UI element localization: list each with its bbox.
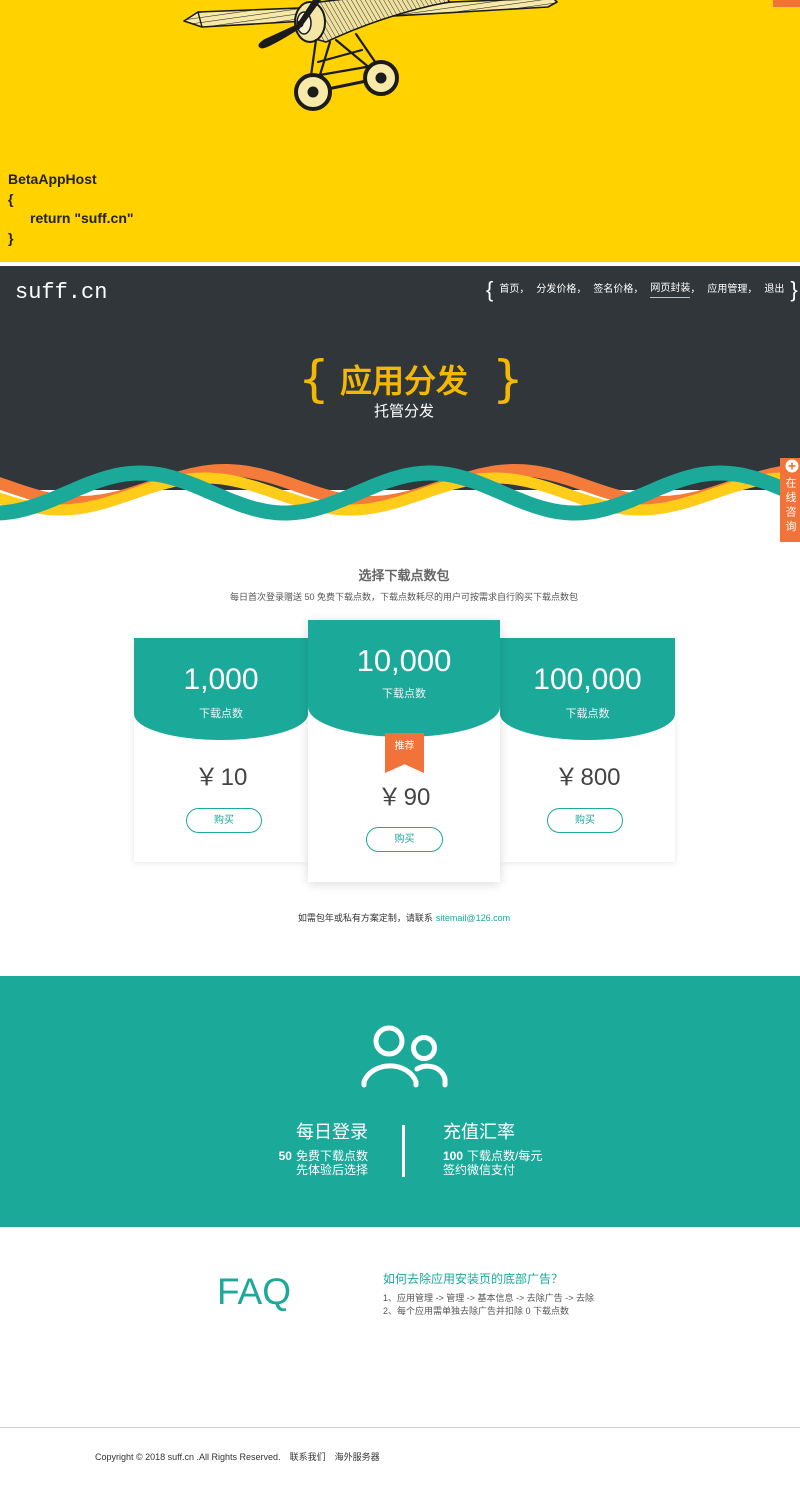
online-consult-tab[interactable]: 在线咨询 [780, 458, 800, 542]
feature-count: 50 [278, 1149, 292, 1163]
footer-link-contact[interactable]: 联系我们 [290, 1451, 326, 1463]
feature-highlight: 100 下载点数/每元 [443, 1149, 542, 1163]
main-nav: { 首页， 分发价格， 签名价格， 网页封装， 应用管理， 退出 } [486, 278, 798, 302]
plan-card-header: 1,000 下载点数 [134, 638, 308, 740]
price-amount: 10 [220, 764, 248, 791]
faq-question: 如何去除应用安装页的底部广告？ [383, 1272, 564, 1286]
plan-unit: 下载点数 [565, 708, 610, 720]
airplane-illustration [183, 0, 558, 111]
plan-points: 100,000 [533, 663, 642, 696]
users-icon [361, 1025, 448, 1088]
code-line-open-brace: { [8, 191, 14, 207]
feature-count: 100 [443, 1149, 464, 1163]
faq-answer: 2、每个应用需单独去除广告并扣除 0 下载点数 [383, 1306, 570, 1316]
contact-email-link[interactable]: sitemail@126.com [436, 913, 510, 923]
feature-highlight-text: 免费下载点数 [295, 1149, 368, 1163]
nav-separator: ， [690, 284, 701, 295]
plan-card-100000: 100,000 下载点数 ￥800 购买 [500, 638, 675, 862]
buy-button[interactable]: 购买 [186, 808, 262, 833]
faq-label: FAQ [217, 1271, 292, 1312]
nav-item-signing-pricing[interactable]: 签名价格 [593, 283, 633, 297]
nav-item-web-wrapper[interactable]: 网页封装 [650, 282, 691, 298]
faq-answer: 1、应用管理 -> 管理 -> 基本信息 -> 去除广告 -> 去除 [383, 1293, 595, 1303]
pricing-description: 每日首次登录赠送 50 免费下载点数，下载点数耗尽的用户可按需求自行购买下载点数… [229, 592, 578, 602]
plus-circle-icon [785, 459, 799, 473]
online-consult-label: 在线咨询 [784, 477, 796, 535]
plan-unit: 下载点数 [199, 708, 243, 720]
code-line-host: BetaAppHost [8, 171, 97, 187]
plan-points: 10,000 [356, 643, 452, 678]
feature-note: 先体验后选择 [295, 1163, 368, 1177]
feature-highlight: 50 免费下载点数 [279, 1149, 368, 1163]
nav-separator: ， [747, 284, 758, 295]
nav-brace-close: } [790, 277, 798, 302]
title-brace-open: { [298, 350, 330, 408]
currency-symbol: ￥ [194, 764, 219, 791]
plan-price: ￥90 [308, 784, 500, 812]
price-amount: 800 [580, 764, 621, 791]
contact-text: 如需包年或私有方案定制，请联系 [297, 913, 433, 923]
code-line-return: return "suff.cn" [30, 210, 134, 226]
feature-title: 每日登录 [296, 1122, 368, 1142]
copyright-text: Copyright © 2018 suff.cn .All Rights Res… [95, 1452, 281, 1462]
plan-card-10000: 10,000 下载点数 推荐 ￥90 购买 [308, 620, 500, 882]
hero-banner: BetaAppHost { return "suff.cn" } [0, 0, 800, 262]
price-amount: 90 [403, 784, 431, 811]
feature-divider [402, 1125, 405, 1177]
custom-plan-contact: 如需包年或私有方案定制，请联系 sitemail@126.com [0, 912, 800, 924]
title-brace-close: } [492, 350, 524, 408]
wave-decoration [0, 464, 800, 521]
nav-separator: ， [576, 284, 587, 295]
feature-highlight-text: 下载点数/每元 [467, 1149, 543, 1163]
plan-card-header: 100,000 下载点数 [500, 638, 675, 740]
buy-button[interactable]: 购买 [547, 808, 623, 833]
code-line-close-brace: } [8, 230, 14, 246]
nav-brace-open: { [486, 277, 494, 302]
plan-card-1000: 1,000 下载点数 ￥10 购买 [134, 638, 308, 862]
nav-item-logout[interactable]: 退出 [764, 283, 784, 297]
plan-card-header: 10,000 下载点数 [308, 620, 500, 737]
buy-button[interactable]: 购买 [366, 827, 443, 852]
corner-tag [773, 0, 800, 7]
pricing-heading: 选择下载点数包 [358, 569, 450, 584]
feature-note: 签约微信支付 [443, 1163, 516, 1177]
recommended-badge: 推荐 [385, 733, 424, 773]
nav-separator: ， [519, 284, 530, 295]
nav-item-app-management[interactable]: 应用管理 [707, 283, 747, 297]
site-footer: Copyright © 2018 suff.cn .All Rights Res… [95, 1451, 380, 1463]
nav-item-home[interactable]: 首页 [499, 283, 519, 297]
footer-divider [0, 1427, 800, 1428]
plan-points: 1,000 [183, 663, 259, 696]
plan-price: ￥800 [500, 764, 675, 792]
features-band: 每日登录 50 免费下载点数 先体验后选择 充值汇率 100 下载点数/每元 签约微… [0, 976, 800, 1227]
nav-separator: ， [633, 284, 644, 295]
footer-link-overseas-server[interactable]: 海外服务器 [335, 1451, 380, 1463]
currency-symbol: ￥ [554, 764, 579, 791]
plan-unit: 下载点数 [382, 688, 426, 700]
currency-symbol: ￥ [377, 784, 402, 811]
page-title: 应用分发 [340, 363, 469, 399]
nav-item-distribution-pricing[interactable]: 分发价格 [536, 283, 576, 297]
feature-title: 充值汇率 [443, 1122, 515, 1142]
site-logo[interactable]: suff.cn [15, 280, 107, 306]
page-subtitle: 托管分发 [373, 403, 434, 420]
plan-price: ￥10 [134, 764, 308, 792]
